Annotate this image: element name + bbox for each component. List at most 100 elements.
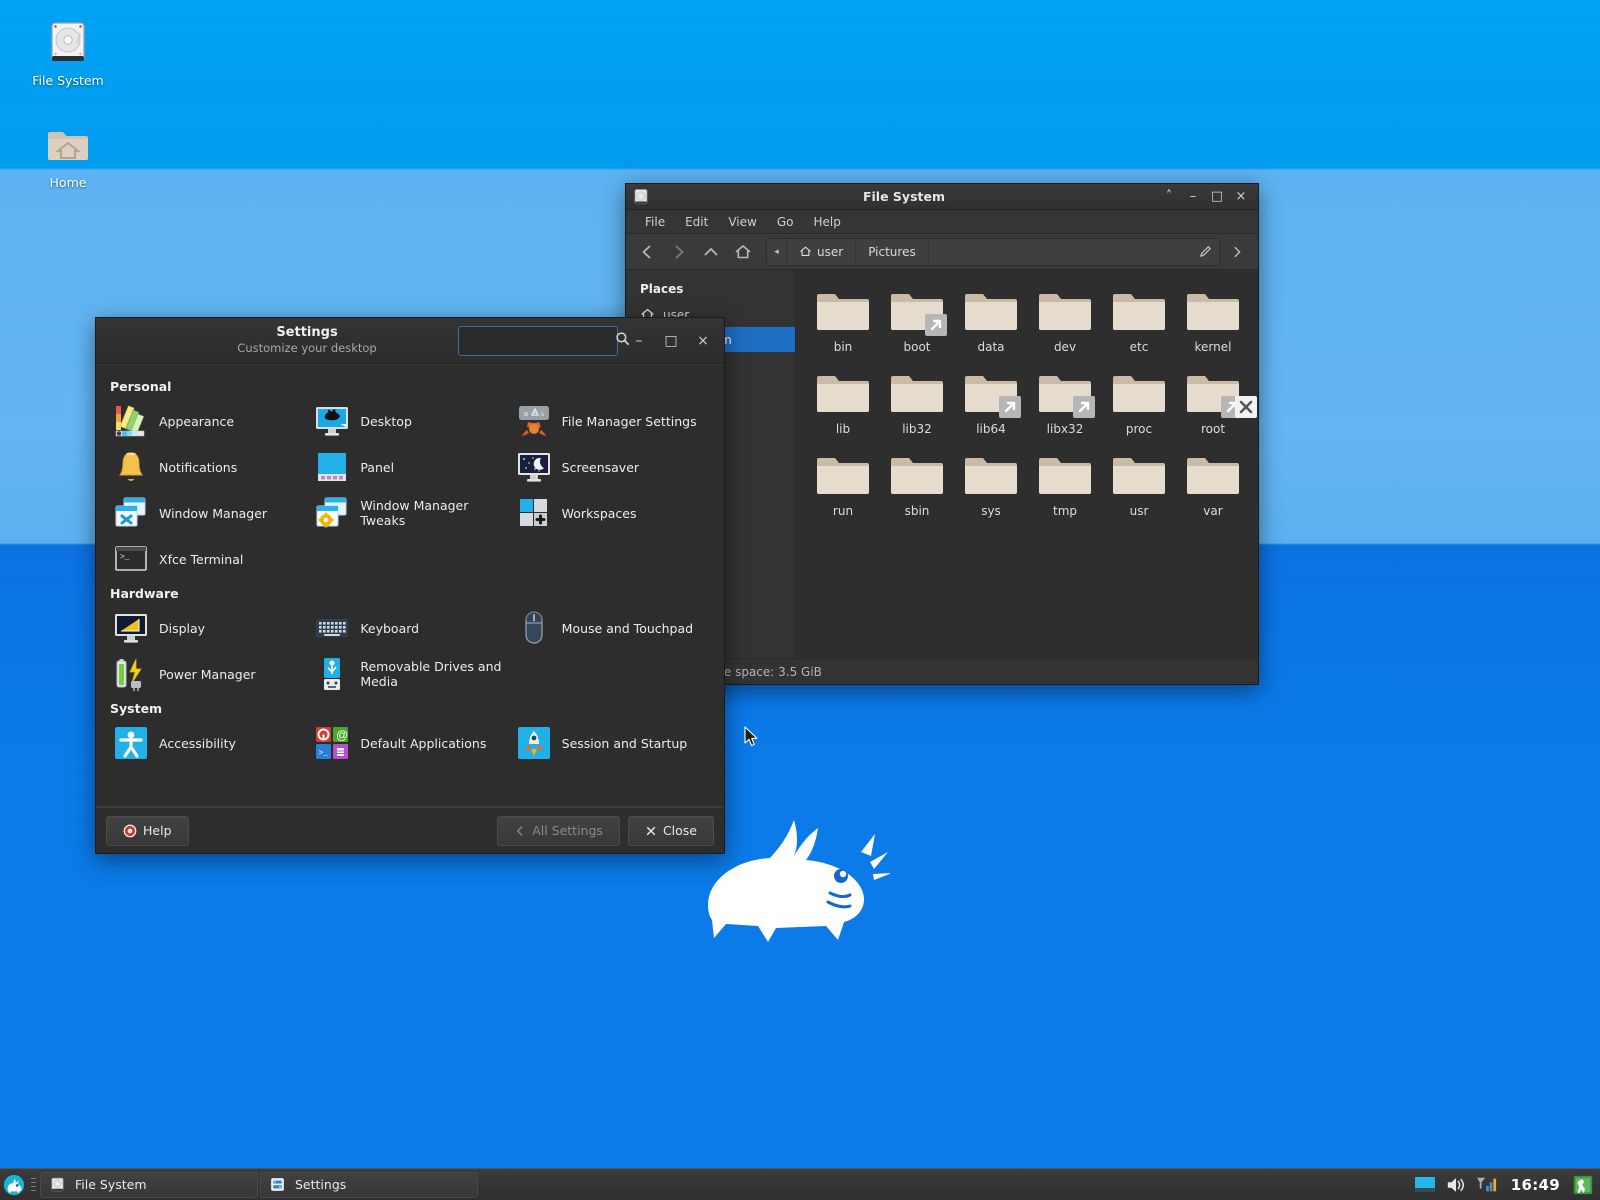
close-button[interactable]: Close — [627, 815, 714, 846]
settings-item-default-applications[interactable]: @ >_ Default Applications — [309, 720, 510, 766]
breadcrumb-pictures[interactable]: Pictures — [856, 238, 929, 265]
file-item[interactable]: usr — [1102, 446, 1176, 520]
desktop-icon-file-system[interactable]: File System — [8, 18, 128, 89]
settings-window[interactable]: Settings Customize your desktop – □ × Pe… — [95, 317, 725, 854]
file-list-view[interactable]: bin boot data dev etc kernel lib lib32 l… — [796, 270, 1258, 658]
settings-item-removable-drives-and-media[interactable]: Removable Drives and Media — [309, 651, 510, 697]
network-signal-icon[interactable] — [1475, 1175, 1499, 1195]
settings-item-keyboard[interactable]: Keyboard — [309, 605, 510, 651]
file-name: kernel — [1194, 340, 1232, 354]
file-manager-window-buttons[interactable]: ˄ – □ × — [1158, 187, 1258, 207]
menu-help[interactable]: Help — [804, 212, 849, 232]
forward-icon[interactable] — [664, 238, 694, 266]
panel-drag-handle[interactable] — [28, 1174, 38, 1196]
menu-edit[interactable]: Edit — [676, 212, 717, 232]
settings-content[interactable]: Personal Appearance Desktop a s File Man… — [96, 364, 724, 807]
maximize-button[interactable]: □ — [1206, 187, 1228, 207]
file-item[interactable]: proc — [1102, 364, 1176, 438]
close-x-icon — [646, 826, 656, 835]
settings-item-workspaces[interactable]: Workspaces — [511, 490, 712, 536]
window-task-list[interactable]: File System Settings — [38, 1171, 1413, 1198]
menu-file[interactable]: File — [636, 212, 674, 232]
path-bar[interactable]: ◂ user Pictures — [766, 237, 1220, 266]
folder-icon — [963, 294, 1019, 338]
svg-text:>_: >_ — [120, 553, 130, 562]
settings-item-panel[interactable]: Panel — [309, 444, 510, 490]
search-input[interactable] — [465, 333, 615, 348]
file-item[interactable]: sys — [954, 446, 1028, 520]
minimize-button[interactable]: – — [626, 329, 652, 353]
file-item[interactable]: lib64 — [954, 364, 1028, 438]
clock[interactable]: 16:49 — [1507, 1176, 1564, 1194]
file-item[interactable]: kernel — [1176, 282, 1250, 356]
settings-item-window-manager[interactable]: Window Manager — [108, 490, 309, 536]
settings-item-mouse-and-touchpad[interactable]: Mouse and Touchpad — [511, 605, 712, 651]
close-button[interactable]: × — [690, 329, 716, 353]
settings-window-buttons[interactable]: – □ × — [626, 329, 724, 353]
file-item[interactable]: data — [954, 282, 1028, 356]
display-tray-icon[interactable] — [1413, 1175, 1437, 1195]
minimize-button[interactable]: – — [1182, 187, 1204, 207]
maximize-button[interactable]: □ — [658, 329, 684, 353]
settings-item-display[interactable]: Display — [108, 605, 309, 651]
back-icon[interactable] — [632, 238, 662, 266]
settings-item-notifications[interactable]: Notifications — [108, 444, 309, 490]
logout-icon[interactable] — [1572, 1174, 1594, 1196]
settings-item-desktop[interactable]: Desktop — [309, 398, 510, 444]
settings-item-file-manager-settings[interactable]: a s File Manager Settings — [511, 398, 712, 444]
system-tray[interactable]: 16:49 — [1413, 1174, 1600, 1196]
folder-icon — [1185, 376, 1257, 420]
file-item[interactable]: boot — [880, 282, 954, 356]
settings-item-window-manager-tweaks[interactable]: Window Manager Tweaks — [309, 490, 510, 536]
pencil-icon[interactable] — [1191, 239, 1219, 265]
menu-view[interactable]: View — [719, 212, 765, 232]
volume-icon[interactable] — [1445, 1175, 1467, 1195]
home-icon[interactable] — [728, 238, 758, 266]
file-manager-toolbar[interactable]: ◂ user Pictures — [626, 234, 1258, 270]
settings-title-block: Settings Customize your desktop — [96, 325, 458, 356]
settings-row: Accessibility @ >_ Default Applications — [108, 720, 712, 766]
file-item[interactable]: etc — [1102, 282, 1176, 356]
file-item[interactable]: var — [1176, 446, 1250, 520]
chevron-right-icon[interactable] — [1222, 238, 1252, 266]
file-item[interactable]: bin — [806, 282, 880, 356]
file-manager-menubar[interactable]: File Edit View Go Help — [626, 210, 1258, 234]
settings-spacer — [511, 651, 712, 697]
file-manager-titlebar[interactable]: File System ˄ – □ × — [626, 184, 1258, 210]
settings-item-accessibility[interactable]: Accessibility — [108, 720, 309, 766]
path-scroll-left-icon[interactable]: ◂ — [767, 238, 787, 265]
settings-item-appearance[interactable]: Appearance — [108, 398, 309, 444]
file-item[interactable]: lib32 — [880, 364, 954, 438]
file-item[interactable]: root — [1176, 364, 1257, 438]
file-name: sys — [981, 504, 1001, 518]
shade-button[interactable]: ˄ — [1158, 187, 1180, 207]
settings-item-xfce-terminal[interactable]: >_ Xfce Terminal — [108, 536, 309, 582]
breadcrumb-user[interactable]: user — [787, 238, 857, 265]
file-name: tmp — [1052, 504, 1077, 518]
settings-item-session-and-startup[interactable]: Session and Startup — [511, 720, 712, 766]
all-settings-button[interactable]: All Settings — [497, 815, 620, 846]
desktop-icon-label: Home — [49, 175, 87, 190]
settings-item-screensaver[interactable]: Screensaver — [511, 444, 712, 490]
task-file-system[interactable]: File System — [40, 1171, 258, 1198]
keyboard-icon — [316, 619, 349, 637]
close-button[interactable]: × — [1230, 187, 1252, 207]
home-icon — [800, 246, 811, 257]
up-icon[interactable] — [696, 238, 726, 266]
settings-row: Appearance Desktop a s File Manager Sett… — [108, 398, 712, 444]
settings-item-power-manager[interactable]: Power Manager — [108, 651, 309, 697]
file-item[interactable]: sbin — [880, 446, 954, 520]
desktop-icon-home[interactable]: Home — [8, 120, 128, 191]
file-item[interactable]: libx32 — [1028, 364, 1102, 438]
file-item[interactable]: tmp — [1028, 446, 1102, 520]
menu-go[interactable]: Go — [768, 212, 803, 232]
task-settings[interactable]: Settings — [260, 1171, 478, 1198]
help-button[interactable]: Help — [106, 815, 189, 846]
file-item[interactable]: lib — [806, 364, 880, 438]
applications-menu-button[interactable] — [0, 1169, 28, 1200]
file-item[interactable]: dev — [1028, 282, 1102, 356]
taskbar-panel[interactable]: File System Settings 16:49 — [0, 1168, 1600, 1200]
settings-search-box[interactable] — [458, 325, 629, 356]
file-item[interactable]: run — [806, 446, 880, 520]
settings-titlebar[interactable]: Settings Customize your desktop – □ × — [96, 318, 724, 364]
